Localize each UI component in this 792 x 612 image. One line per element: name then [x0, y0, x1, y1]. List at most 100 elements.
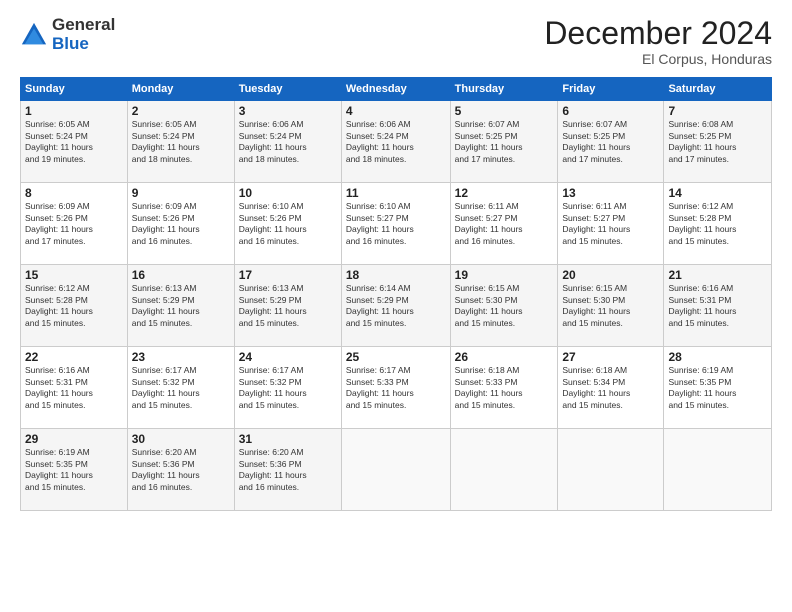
day-cell: 24Sunrise: 6:17 AM Sunset: 5:32 PM Dayli… — [234, 347, 341, 429]
day-info: Sunrise: 6:07 AM Sunset: 5:25 PM Dayligh… — [455, 119, 554, 165]
day-info: Sunrise: 6:19 AM Sunset: 5:35 PM Dayligh… — [668, 365, 767, 411]
day-number: 1 — [25, 104, 123, 118]
day-cell: 18Sunrise: 6:14 AM Sunset: 5:29 PM Dayli… — [341, 265, 450, 347]
day-info: Sunrise: 6:16 AM Sunset: 5:31 PM Dayligh… — [25, 365, 123, 411]
day-cell: 27Sunrise: 6:18 AM Sunset: 5:34 PM Dayli… — [558, 347, 664, 429]
day-info: Sunrise: 6:17 AM Sunset: 5:32 PM Dayligh… — [239, 365, 337, 411]
header: General Blue December 2024 El Corpus, Ho… — [20, 16, 772, 67]
day-info: Sunrise: 6:18 AM Sunset: 5:33 PM Dayligh… — [455, 365, 554, 411]
col-saturday: Saturday — [664, 78, 772, 101]
month-title: December 2024 — [544, 16, 772, 51]
day-cell: 15Sunrise: 6:12 AM Sunset: 5:28 PM Dayli… — [21, 265, 128, 347]
col-monday: Monday — [127, 78, 234, 101]
day-number: 21 — [668, 268, 767, 282]
col-friday: Friday — [558, 78, 664, 101]
day-cell: 16Sunrise: 6:13 AM Sunset: 5:29 PM Dayli… — [127, 265, 234, 347]
day-cell — [558, 429, 664, 511]
day-number: 16 — [132, 268, 230, 282]
day-cell: 13Sunrise: 6:11 AM Sunset: 5:27 PM Dayli… — [558, 183, 664, 265]
day-number: 10 — [239, 186, 337, 200]
day-cell — [341, 429, 450, 511]
day-info: Sunrise: 6:09 AM Sunset: 5:26 PM Dayligh… — [25, 201, 123, 247]
subtitle: El Corpus, Honduras — [544, 51, 772, 67]
calendar-header-row: Sunday Monday Tuesday Wednesday Thursday… — [21, 78, 772, 101]
day-cell: 22Sunrise: 6:16 AM Sunset: 5:31 PM Dayli… — [21, 347, 128, 429]
logo-icon — [20, 21, 48, 49]
day-info: Sunrise: 6:10 AM Sunset: 5:26 PM Dayligh… — [239, 201, 337, 247]
page: General Blue December 2024 El Corpus, Ho… — [0, 0, 792, 612]
day-number: 7 — [668, 104, 767, 118]
week-row-2: 8Sunrise: 6:09 AM Sunset: 5:26 PM Daylig… — [21, 183, 772, 265]
day-number: 9 — [132, 186, 230, 200]
col-wednesday: Wednesday — [341, 78, 450, 101]
day-info: Sunrise: 6:07 AM Sunset: 5:25 PM Dayligh… — [562, 119, 659, 165]
day-info: Sunrise: 6:05 AM Sunset: 5:24 PM Dayligh… — [132, 119, 230, 165]
day-info: Sunrise: 6:12 AM Sunset: 5:28 PM Dayligh… — [25, 283, 123, 329]
day-number: 3 — [239, 104, 337, 118]
title-area: December 2024 El Corpus, Honduras — [544, 16, 772, 67]
logo-blue: Blue — [52, 35, 115, 54]
day-info: Sunrise: 6:17 AM Sunset: 5:32 PM Dayligh… — [132, 365, 230, 411]
day-number: 17 — [239, 268, 337, 282]
day-cell: 5Sunrise: 6:07 AM Sunset: 5:25 PM Daylig… — [450, 101, 558, 183]
day-cell: 30Sunrise: 6:20 AM Sunset: 5:36 PM Dayli… — [127, 429, 234, 511]
col-thursday: Thursday — [450, 78, 558, 101]
day-info: Sunrise: 6:15 AM Sunset: 5:30 PM Dayligh… — [562, 283, 659, 329]
day-number: 23 — [132, 350, 230, 364]
day-cell: 28Sunrise: 6:19 AM Sunset: 5:35 PM Dayli… — [664, 347, 772, 429]
day-number: 29 — [25, 432, 123, 446]
day-number: 15 — [25, 268, 123, 282]
logo-general: General — [52, 16, 115, 35]
day-number: 13 — [562, 186, 659, 200]
day-cell: 14Sunrise: 6:12 AM Sunset: 5:28 PM Dayli… — [664, 183, 772, 265]
day-info: Sunrise: 6:11 AM Sunset: 5:27 PM Dayligh… — [455, 201, 554, 247]
day-info: Sunrise: 6:13 AM Sunset: 5:29 PM Dayligh… — [132, 283, 230, 329]
day-number: 19 — [455, 268, 554, 282]
day-number: 8 — [25, 186, 123, 200]
day-info: Sunrise: 6:05 AM Sunset: 5:24 PM Dayligh… — [25, 119, 123, 165]
day-number: 31 — [239, 432, 337, 446]
logo: General Blue — [20, 16, 115, 53]
day-cell: 12Sunrise: 6:11 AM Sunset: 5:27 PM Dayli… — [450, 183, 558, 265]
day-cell: 31Sunrise: 6:20 AM Sunset: 5:36 PM Dayli… — [234, 429, 341, 511]
day-number: 28 — [668, 350, 767, 364]
day-info: Sunrise: 6:10 AM Sunset: 5:27 PM Dayligh… — [346, 201, 446, 247]
day-cell: 19Sunrise: 6:15 AM Sunset: 5:30 PM Dayli… — [450, 265, 558, 347]
day-number: 18 — [346, 268, 446, 282]
day-number: 11 — [346, 186, 446, 200]
day-info: Sunrise: 6:19 AM Sunset: 5:35 PM Dayligh… — [25, 447, 123, 493]
day-cell: 10Sunrise: 6:10 AM Sunset: 5:26 PM Dayli… — [234, 183, 341, 265]
day-cell: 21Sunrise: 6:16 AM Sunset: 5:31 PM Dayli… — [664, 265, 772, 347]
week-row-5: 29Sunrise: 6:19 AM Sunset: 5:35 PM Dayli… — [21, 429, 772, 511]
day-number: 30 — [132, 432, 230, 446]
day-info: Sunrise: 6:17 AM Sunset: 5:33 PM Dayligh… — [346, 365, 446, 411]
day-cell: 26Sunrise: 6:18 AM Sunset: 5:33 PM Dayli… — [450, 347, 558, 429]
day-info: Sunrise: 6:20 AM Sunset: 5:36 PM Dayligh… — [239, 447, 337, 493]
week-row-4: 22Sunrise: 6:16 AM Sunset: 5:31 PM Dayli… — [21, 347, 772, 429]
week-row-1: 1Sunrise: 6:05 AM Sunset: 5:24 PM Daylig… — [21, 101, 772, 183]
day-number: 6 — [562, 104, 659, 118]
day-info: Sunrise: 6:13 AM Sunset: 5:29 PM Dayligh… — [239, 283, 337, 329]
day-cell: 8Sunrise: 6:09 AM Sunset: 5:26 PM Daylig… — [21, 183, 128, 265]
day-cell — [450, 429, 558, 511]
col-tuesday: Tuesday — [234, 78, 341, 101]
day-number: 20 — [562, 268, 659, 282]
day-number: 22 — [25, 350, 123, 364]
day-cell: 2Sunrise: 6:05 AM Sunset: 5:24 PM Daylig… — [127, 101, 234, 183]
day-info: Sunrise: 6:14 AM Sunset: 5:29 PM Dayligh… — [346, 283, 446, 329]
day-cell: 7Sunrise: 6:08 AM Sunset: 5:25 PM Daylig… — [664, 101, 772, 183]
day-cell: 17Sunrise: 6:13 AM Sunset: 5:29 PM Dayli… — [234, 265, 341, 347]
day-info: Sunrise: 6:20 AM Sunset: 5:36 PM Dayligh… — [132, 447, 230, 493]
day-info: Sunrise: 6:06 AM Sunset: 5:24 PM Dayligh… — [239, 119, 337, 165]
day-info: Sunrise: 6:15 AM Sunset: 5:30 PM Dayligh… — [455, 283, 554, 329]
day-cell: 25Sunrise: 6:17 AM Sunset: 5:33 PM Dayli… — [341, 347, 450, 429]
day-number: 2 — [132, 104, 230, 118]
day-cell: 6Sunrise: 6:07 AM Sunset: 5:25 PM Daylig… — [558, 101, 664, 183]
day-cell — [664, 429, 772, 511]
col-sunday: Sunday — [21, 78, 128, 101]
day-info: Sunrise: 6:06 AM Sunset: 5:24 PM Dayligh… — [346, 119, 446, 165]
day-number: 25 — [346, 350, 446, 364]
week-row-3: 15Sunrise: 6:12 AM Sunset: 5:28 PM Dayli… — [21, 265, 772, 347]
day-cell: 23Sunrise: 6:17 AM Sunset: 5:32 PM Dayli… — [127, 347, 234, 429]
day-number: 12 — [455, 186, 554, 200]
